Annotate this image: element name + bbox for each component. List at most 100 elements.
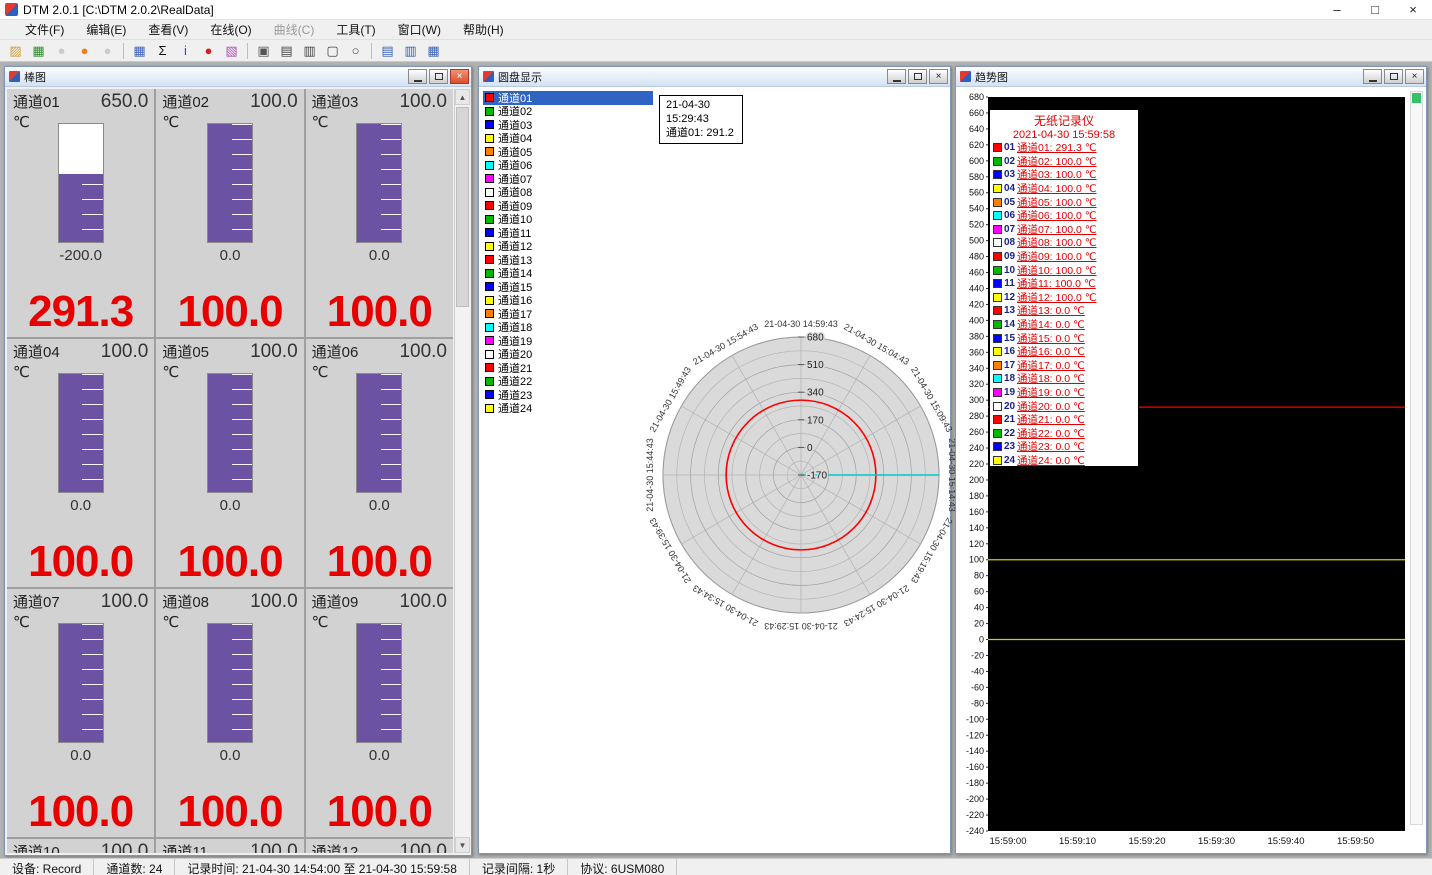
legend-color-swatch bbox=[993, 143, 1002, 152]
bar-gauge-cell: 通道08100.0℃0.0100.0 bbox=[156, 589, 303, 837]
menu-online[interactable]: 在线(O) bbox=[199, 20, 262, 39]
svg-text:340: 340 bbox=[807, 388, 824, 399]
bar-gauge-cell: 通道03100.0℃0.0100.0 bbox=[306, 89, 453, 337]
legend-row: 01通道01: 291.3 ℃ bbox=[990, 141, 1138, 155]
maximize-button[interactable]: □ bbox=[1356, 0, 1394, 19]
channel-name: 通道02 bbox=[162, 91, 209, 112]
legend-color-swatch bbox=[993, 293, 1002, 302]
svg-text:440: 440 bbox=[969, 283, 984, 293]
print-preview-button-icon[interactable]: ▥ bbox=[298, 41, 321, 61]
scroll-down-icon[interactable]: ▼ bbox=[455, 837, 470, 853]
legend-row: 24通道24: 0.0 ℃ bbox=[990, 454, 1138, 467]
svg-text:340: 340 bbox=[969, 363, 984, 373]
close-icon[interactable]: × bbox=[450, 69, 469, 84]
scroll-up-icon[interactable]: ▲ bbox=[455, 89, 470, 105]
legend-color-swatch bbox=[993, 157, 1002, 166]
scrollbar-thumb[interactable] bbox=[456, 107, 469, 307]
menu-edit[interactable]: 编辑(E) bbox=[75, 20, 137, 39]
legend-color-swatch bbox=[993, 170, 1002, 179]
toolbar: ▨▦●●●▦Σi●▧▣▤▥▢○▤▥▦ bbox=[0, 40, 1432, 62]
range-min-value: 0.0 bbox=[306, 497, 453, 514]
channel-color-swatch bbox=[485, 390, 494, 399]
mdi-workspace: 棒图 × 通道01650.0℃-200.0291.3通道02100.0℃0.01… bbox=[0, 62, 1432, 858]
vertical-scrollbar[interactable]: ▲ ▼ bbox=[454, 89, 470, 853]
svg-text:-140: -140 bbox=[966, 746, 984, 756]
channel-color-swatch bbox=[485, 296, 494, 305]
info-button-icon[interactable]: i bbox=[174, 41, 197, 61]
status-segment: 记录间隔: 1秒 bbox=[470, 859, 568, 875]
gauge-ticks bbox=[82, 124, 102, 242]
tile-vertical-button-icon[interactable]: ▦ bbox=[422, 41, 445, 61]
svg-text:200: 200 bbox=[969, 475, 984, 485]
cascade-windows-button-icon[interactable]: ▤ bbox=[376, 41, 399, 61]
print-button-icon[interactable]: ▤ bbox=[275, 41, 298, 61]
legend-row: 08通道08: 100.0 ℃ bbox=[990, 236, 1138, 250]
data-table-button-icon[interactable]: ▦ bbox=[128, 41, 151, 61]
legend-channel-number: 20 bbox=[1002, 401, 1017, 412]
minimize-button[interactable]: – bbox=[1318, 0, 1356, 19]
range-max-value: 650.0 bbox=[101, 91, 149, 113]
gauge-ticks bbox=[232, 374, 252, 492]
legend-row: 07通道07: 100.0 ℃ bbox=[990, 223, 1138, 237]
svg-text:240: 240 bbox=[969, 443, 984, 453]
bar-gauge-cell: 通道12100.0℃0.0100.0 bbox=[306, 839, 453, 853]
menu-view[interactable]: 查看(V) bbox=[137, 20, 199, 39]
range-max-value: 100.0 bbox=[399, 341, 447, 363]
color-settings-button-icon[interactable]: ▧ bbox=[220, 41, 243, 61]
record-button-icon[interactable]: ● bbox=[197, 41, 220, 61]
svg-text:420: 420 bbox=[969, 299, 984, 309]
bar-window-titlebar: 棒图 × bbox=[5, 67, 471, 87]
scrollbar-thumb[interactable] bbox=[1412, 93, 1421, 103]
save-button-icon[interactable]: ▣ bbox=[252, 41, 275, 61]
minimize-button[interactable] bbox=[408, 69, 427, 84]
restore-button[interactable] bbox=[429, 69, 448, 84]
legend-channel-number: 06 bbox=[1002, 210, 1017, 221]
menu-window[interactable]: 窗口(W) bbox=[387, 20, 452, 39]
close-button[interactable]: × bbox=[1394, 0, 1432, 19]
svg-text:100: 100 bbox=[969, 555, 984, 565]
legend-color-swatch bbox=[993, 402, 1002, 411]
restore-button[interactable] bbox=[908, 69, 927, 84]
export-button-icon[interactable]: ▦ bbox=[27, 41, 50, 61]
tooltip-time: 15:29:43 bbox=[666, 112, 734, 126]
bar-gauge-cell: 通道04100.0℃0.0100.0 bbox=[7, 339, 154, 587]
menu-help[interactable]: 帮助(H) bbox=[452, 20, 515, 39]
minimize-button[interactable] bbox=[1363, 69, 1382, 84]
channel-name: 通道09 bbox=[312, 591, 359, 612]
legend-color-swatch bbox=[993, 388, 1002, 397]
bar-gauge bbox=[207, 123, 253, 243]
statistics-button-icon[interactable]: Σ bbox=[151, 41, 174, 61]
menu-file[interactable]: 文件(F) bbox=[14, 20, 75, 39]
menu-tools[interactable]: 工具(T) bbox=[325, 20, 386, 39]
bar-window-title: 棒图 bbox=[24, 69, 46, 85]
svg-text:400: 400 bbox=[969, 315, 984, 325]
tile-horizontal-button-icon[interactable]: ▥ bbox=[399, 41, 422, 61]
bar-gauge-cell: 通道11100.0℃0.0100.0 bbox=[156, 839, 303, 853]
legend-channel-number: 24 bbox=[1002, 455, 1017, 466]
legend-channel-number: 16 bbox=[1002, 346, 1017, 357]
svg-text:-40: -40 bbox=[971, 666, 984, 676]
menu-curve[interactable]: 曲线(C) bbox=[263, 20, 326, 39]
svg-text:-160: -160 bbox=[966, 762, 984, 772]
bar-gauge-cell: 通道05100.0℃0.0100.0 bbox=[156, 339, 303, 587]
alarm-button-icon[interactable]: ● bbox=[73, 41, 96, 61]
minimize-button[interactable] bbox=[887, 69, 906, 84]
stop-button-icon[interactable]: ● bbox=[96, 41, 119, 61]
gauge-ticks bbox=[381, 374, 401, 492]
legend-channel-number: 10 bbox=[1002, 265, 1017, 276]
legend-row: 04通道04: 100.0 ℃ bbox=[990, 182, 1138, 196]
legend-channel-value: 通道24: 0.0 ℃ bbox=[1017, 453, 1085, 467]
close-icon[interactable]: × bbox=[929, 69, 948, 84]
copy-button-icon[interactable]: ▢ bbox=[321, 41, 344, 61]
svg-text:260: 260 bbox=[969, 427, 984, 437]
bar-gauge bbox=[356, 623, 402, 743]
history-button-icon[interactable]: ● bbox=[50, 41, 73, 61]
open-button-icon[interactable]: ▨ bbox=[4, 41, 27, 61]
svg-text:15:59:30: 15:59:30 bbox=[1198, 836, 1235, 847]
legend-channel-number: 14 bbox=[1002, 319, 1017, 330]
close-icon[interactable]: × bbox=[1405, 69, 1424, 84]
range-min-value: 0.0 bbox=[306, 747, 453, 764]
restore-button[interactable] bbox=[1384, 69, 1403, 84]
zoom-button-icon[interactable]: ○ bbox=[344, 41, 367, 61]
trend-scrollbar[interactable] bbox=[1410, 91, 1423, 825]
